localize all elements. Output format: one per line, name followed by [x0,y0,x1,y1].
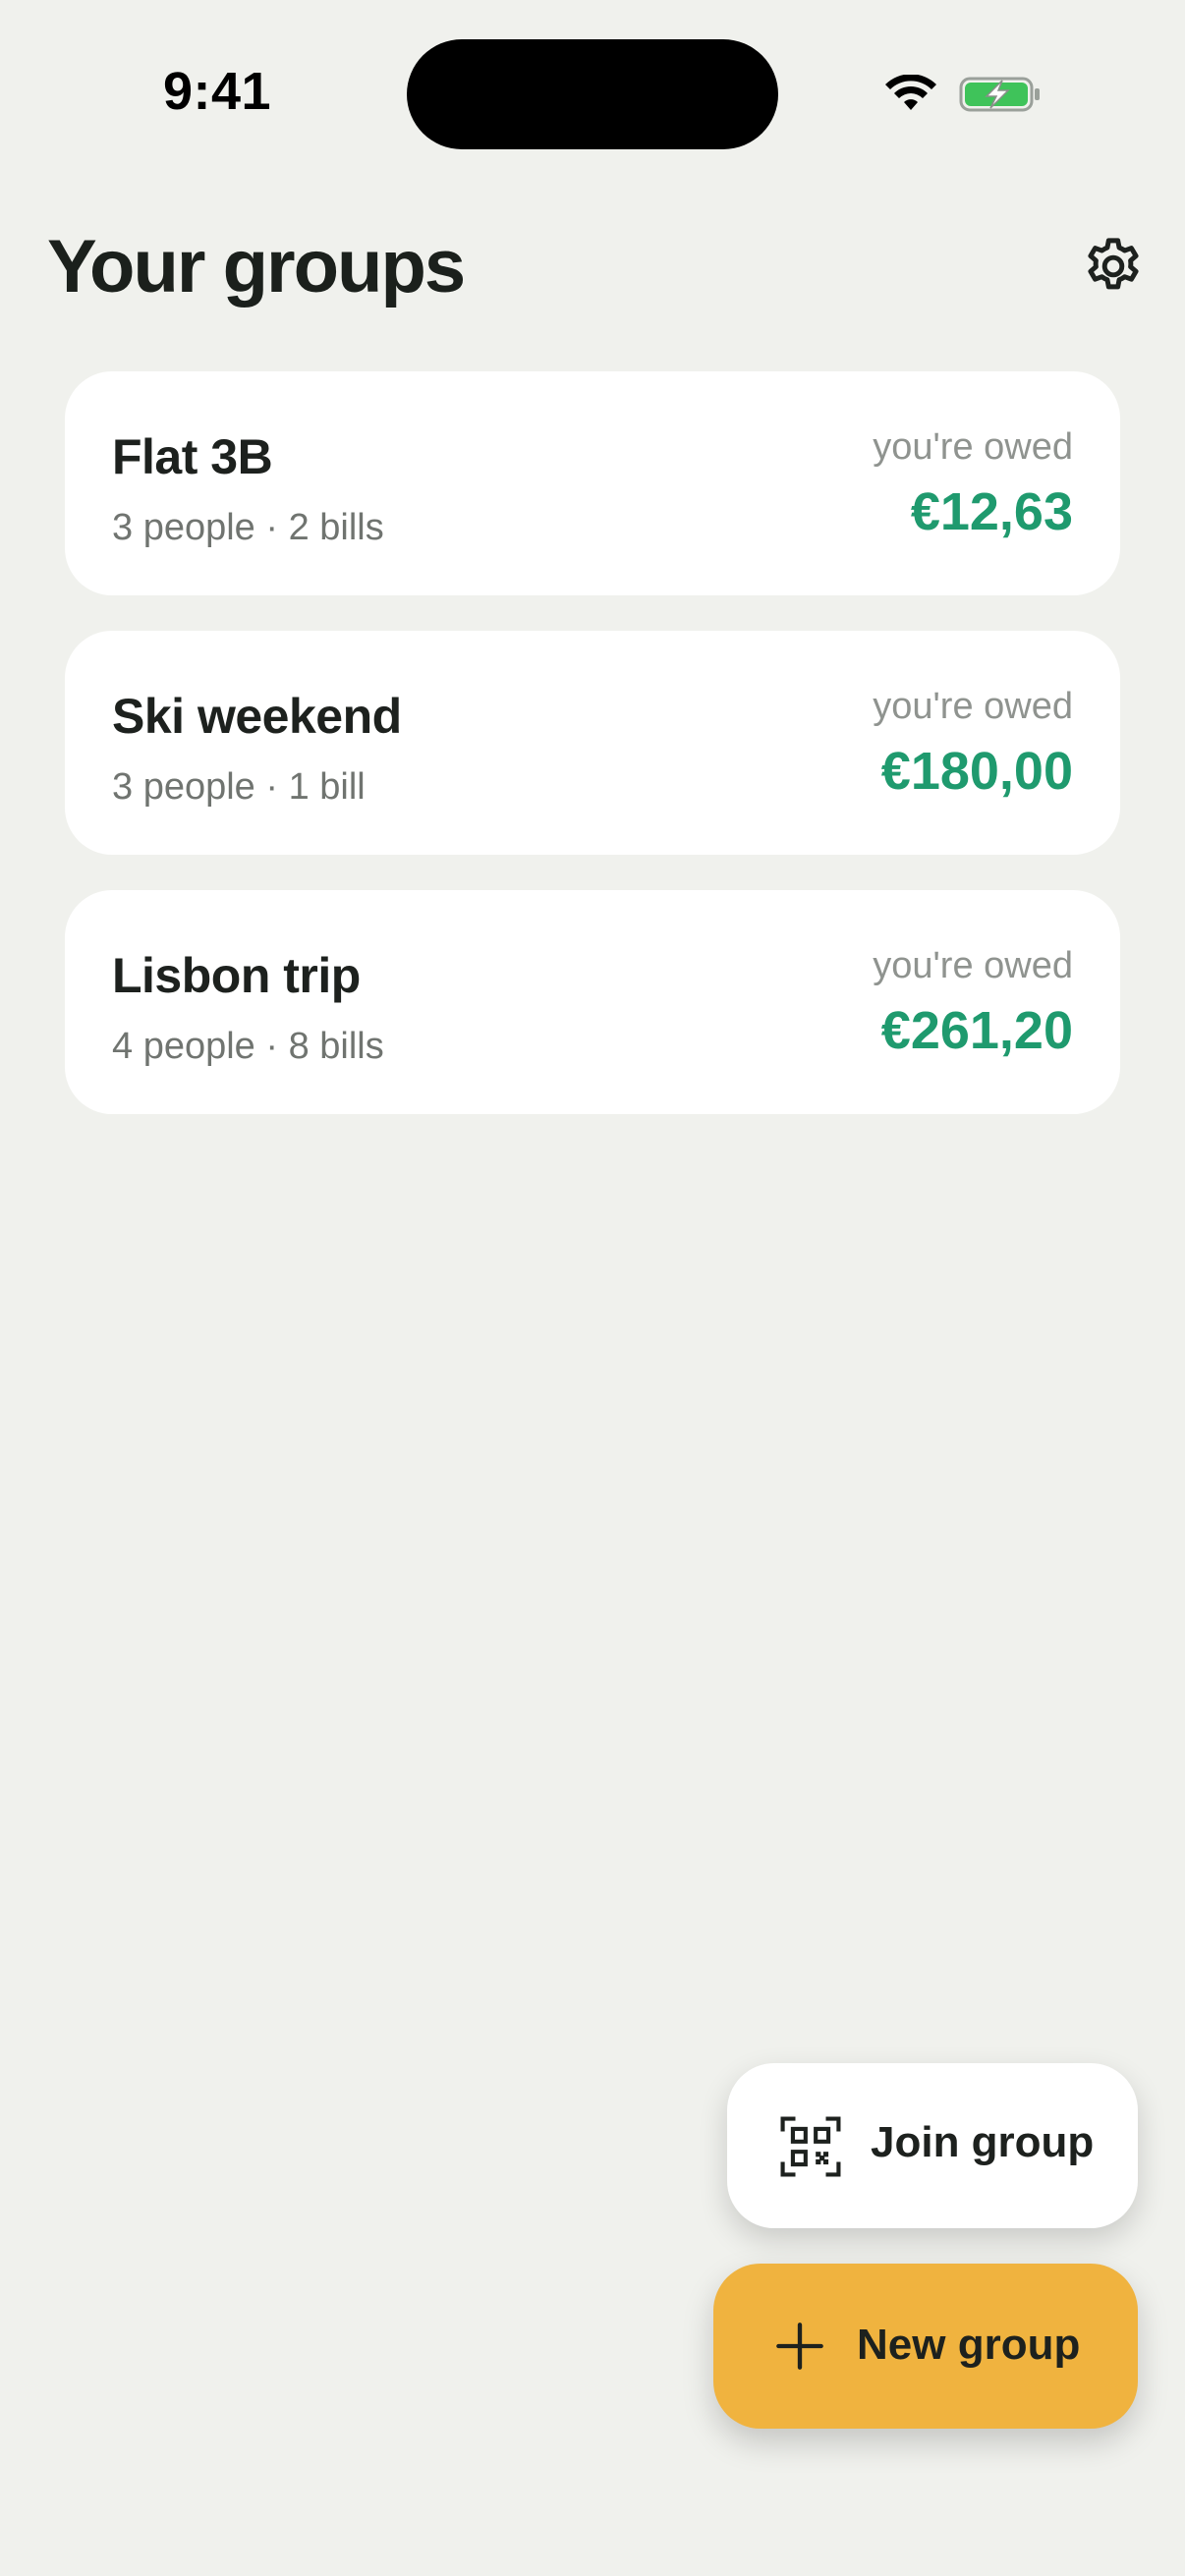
owed-label: you're owed [873,426,1073,468]
group-meta: 4 people · 8 bills [112,1026,384,1067]
owed-label: you're owed [873,945,1073,986]
group-meta: 3 people · 1 bill [112,766,366,808]
owed-amount: €12,63 [910,482,1073,541]
group-card[interactable]: Lisbon trip 4 people · 8 bills you're ow… [65,890,1120,1114]
battery-charging-icon [959,77,1040,112]
group-name: Lisbon trip [112,948,361,1003]
new-group-label: New group [857,2321,1081,2369]
group-card[interactable]: Ski weekend 3 people · 1 bill you're owe… [65,631,1120,855]
join-group-button[interactable]: Join group [727,2063,1138,2228]
gear-icon[interactable] [1081,234,1146,299]
qr-code-icon [780,2116,841,2177]
group-name: Ski weekend [112,689,402,744]
new-group-button[interactable]: New group [713,2264,1138,2429]
wifi-icon [885,75,936,110]
group-card[interactable]: Flat 3B 3 people · 2 bills you're owed €… [65,371,1120,595]
status-time: 9:41 [163,62,272,121]
plus-icon [776,2323,823,2370]
join-group-label: Join group [871,2118,1095,2166]
owed-label: you're owed [873,686,1073,727]
owed-amount: €261,20 [880,1001,1073,1060]
dynamic-island [407,39,778,149]
page-title: Your groups [47,225,466,308]
group-meta: 3 people · 2 bills [112,507,384,548]
group-list: Flat 3B 3 people · 2 bills you're owed €… [65,371,1120,1149]
owed-amount: €180,00 [880,742,1073,801]
groups-screen: 9:41 Your groups Flat 3B 3 people · 2 bi… [0,0,1185,2576]
group-name: Flat 3B [112,429,273,484]
